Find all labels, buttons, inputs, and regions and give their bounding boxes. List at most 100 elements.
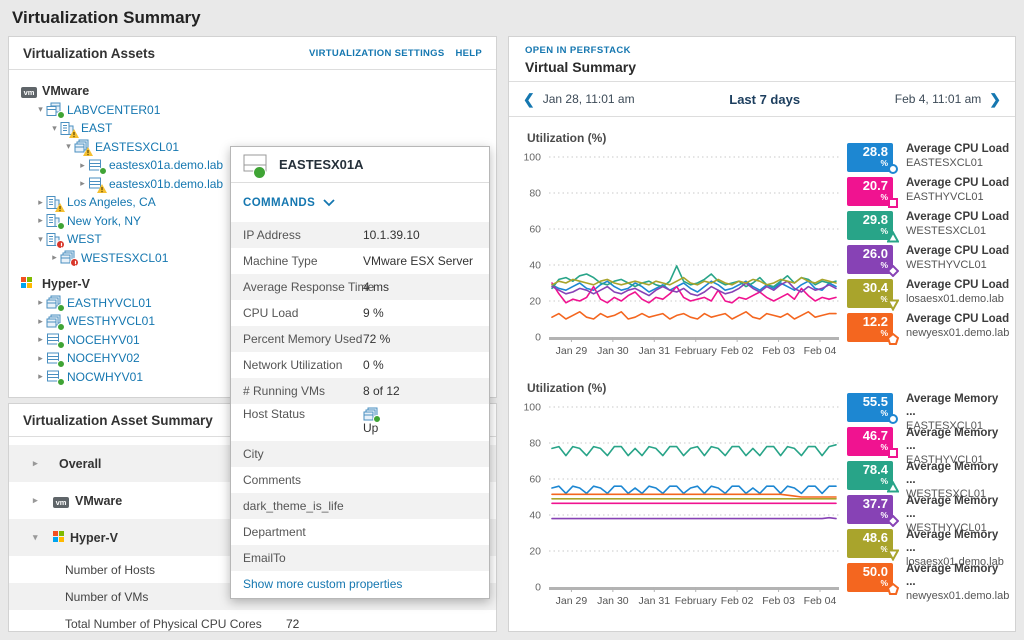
legend-series-name: Average CPU Load [906, 177, 1009, 190]
legend-series-name: Average Memory ... [906, 427, 1011, 453]
range-start-label: Jan 28, 11:01 am [543, 92, 635, 106]
tree-item-label[interactable]: EASTHYVCL01 [67, 296, 152, 310]
hyperv-logo-icon [53, 531, 64, 542]
vmware-logo-icon: vm [53, 497, 69, 508]
memory-utilization-chart: 020406080100Jan 29Jan 30Jan 31FebruaryFe… [517, 397, 847, 612]
caret-right-icon[interactable]: ▸ [33, 495, 45, 506]
property-row-comments: Comments [231, 467, 489, 493]
tree-item-label[interactable]: Los Angeles, CA [67, 195, 156, 209]
property-value: Up [363, 407, 379, 434]
property-row-dark-theme-is-life: dark_theme_is_life [231, 493, 489, 519]
cpu-utilization-chart-section: Utilization (%) 020406080100Jan 29Jan 30… [509, 117, 1015, 367]
tree-item-labvcenter01[interactable]: ▾ LABVCENTER01 [9, 101, 496, 120]
tree-item-vmware[interactable]: vmVMware [9, 82, 496, 101]
property-row-network-utilization: Network Utilization0 % [231, 352, 489, 378]
tree-item-label[interactable]: EASTESXCL01 [95, 140, 179, 154]
svg-text:Jan 31: Jan 31 [639, 595, 671, 607]
host-status-icon [243, 154, 269, 176]
legend-marker-icon [887, 583, 899, 595]
legend-series-host: newyesx01.demo.lab [906, 590, 1011, 603]
caret-down-icon[interactable]: ▾ [35, 104, 46, 115]
chevron-right-icon[interactable]: ❯ [989, 91, 1001, 108]
caret-right-icon[interactable]: ▸ [35, 353, 46, 364]
tree-item-label[interactable]: NOCEHYV01 [67, 333, 140, 347]
caret-down-icon[interactable]: ▾ [33, 532, 45, 543]
caret-right-icon[interactable]: ▸ [35, 316, 46, 327]
caret-right-icon[interactable]: ▸ [35, 334, 46, 345]
legend-value-badge: 50.0% [847, 563, 893, 592]
caret-down-icon[interactable]: ▾ [35, 234, 46, 245]
caret-right-icon[interactable]: ▸ [49, 252, 60, 263]
svg-text:40: 40 [529, 510, 541, 522]
legend-series-name: Average CPU Load [906, 279, 1009, 292]
caret-right-icon[interactable]: ▸ [35, 371, 46, 382]
legend-marker-icon [887, 197, 899, 209]
tree-item-label[interactable]: EAST [81, 121, 112, 135]
tree-item-label[interactable]: WESTESXCL01 [81, 251, 168, 265]
show-more-custom-properties-link[interactable]: Show more custom properties [231, 571, 489, 598]
caret-down-icon[interactable]: ▾ [49, 123, 60, 134]
tree-item-label[interactable]: New York, NY [67, 214, 141, 228]
caret-right-icon[interactable]: ▸ [35, 215, 46, 226]
hyperv-logo-icon [21, 277, 32, 288]
summary-group-label: VMware [75, 494, 122, 508]
property-label: Average Response Time [243, 280, 374, 294]
property-row-host-status: Host StatusUp [231, 404, 489, 441]
tree-item-label[interactable]: Hyper-V [42, 277, 90, 291]
legend-series-host: WESTESXCL01 [906, 225, 1009, 238]
property-label: CPU Load [243, 306, 298, 320]
range-preset-label[interactable]: Last 7 days [729, 92, 800, 107]
svg-text:Jan 29: Jan 29 [556, 595, 588, 607]
svg-text:40: 40 [529, 260, 541, 272]
tree-item-label[interactable]: NOCEHYV02 [67, 351, 140, 365]
svg-text:100: 100 [523, 402, 541, 414]
legend-value-badge: 46.7% [847, 427, 893, 456]
svg-text:Feb 04: Feb 04 [804, 595, 837, 607]
status-critical-icon [70, 258, 79, 267]
summary-row-label: Number of Hosts [65, 563, 155, 577]
help-link[interactable]: HELP [455, 48, 482, 59]
tree-item-label[interactable]: WEST [67, 232, 102, 246]
chevron-left-icon[interactable]: ❮ [523, 91, 535, 108]
summary-row-total-number-of-physical-cpu-cores: Total Number of Physical CPU Cores72 [9, 610, 496, 637]
legend-series-name: Average Memory ... [906, 495, 1011, 521]
svg-text:Feb 04: Feb 04 [804, 345, 837, 357]
summary-row-value: 72 [286, 617, 299, 631]
tree-item-east[interactable]: ▾ EAST [9, 119, 496, 138]
svg-text:Jan 30: Jan 30 [597, 595, 629, 607]
legend-series-name: Average CPU Load [906, 143, 1009, 156]
open-in-perfstack-link[interactable]: OPEN IN PERFSTACK [525, 45, 999, 56]
caret-right-icon[interactable]: ▸ [33, 458, 45, 469]
tree-item-label[interactable]: NOCWHYV01 [67, 370, 143, 384]
legend-item-eastesxcl01: 28.8%Average CPU LoadEASTESXCL01 [847, 143, 1011, 173]
host-details-popup: EASTESX01A COMMANDS IP Address10.1.39.10… [230, 146, 490, 599]
caret-right-icon[interactable]: ▸ [35, 197, 46, 208]
legend-value-badge: 55.5% [847, 393, 893, 422]
tree-item-label[interactable]: VMware [42, 84, 89, 98]
svg-text:60: 60 [529, 474, 541, 486]
legend-value-badge: 20.7% [847, 177, 893, 206]
legend-series-name: Average CPU Load [906, 313, 1009, 326]
status-up-icon [57, 378, 65, 386]
commands-button[interactable]: COMMANDS [231, 183, 489, 222]
tree-item-label[interactable]: LABVCENTER01 [67, 103, 160, 117]
svg-text:February: February [675, 595, 718, 607]
legend-marker-icon [887, 265, 899, 277]
status-warning-icon [97, 184, 107, 193]
tree-item-label[interactable]: eastesx01b.demo.lab [109, 177, 223, 191]
property-label: Percent Memory Used [243, 332, 362, 346]
property-label: # Running VMs [243, 384, 325, 398]
legend-series-host: EASTESXCL01 [906, 157, 1009, 170]
legend-marker-icon [887, 163, 899, 175]
virtualization-settings-link[interactable]: VIRTUALIZATION SETTINGS [309, 48, 445, 59]
caret-right-icon[interactable]: ▸ [35, 297, 46, 308]
tree-item-label[interactable]: eastesx01a.demo.lab [109, 158, 223, 172]
caret-right-icon[interactable]: ▸ [77, 178, 88, 189]
summary-group-label: Hyper-V [70, 531, 118, 545]
caret-down-icon[interactable]: ▾ [63, 141, 74, 152]
caret-right-icon[interactable]: ▸ [77, 160, 88, 171]
tree-item-label[interactable]: WESTHYVCL01 [67, 314, 155, 328]
legend-item-losaesx01-demo-lab: 48.6%Average Memory ...losaesx01.demo.la… [847, 529, 1011, 559]
memory-utilization-chart-section: Utilization (%) 020406080100Jan 29Jan 30… [509, 367, 1015, 617]
cpu-chart-legend: 28.8%Average CPU LoadEASTESXCL01 20.7% Ave… [847, 127, 1011, 367]
